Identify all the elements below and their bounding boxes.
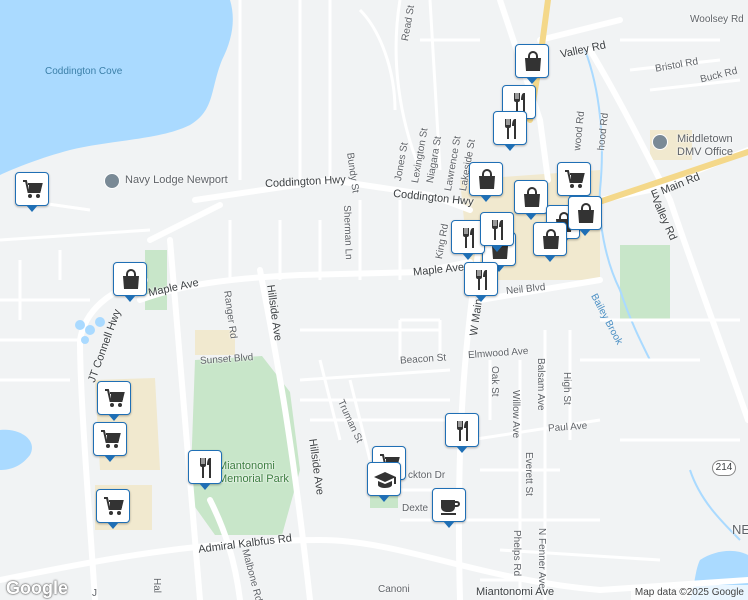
shopping-pin[interactable]: [515, 44, 551, 84]
poi-label-navy-lodge[interactable]: Navy Lodge Newport: [125, 174, 228, 187]
street-label-high-st: High St: [561, 372, 572, 405]
google-logo: Google: [6, 578, 68, 598]
restaurant-pin[interactable]: [445, 413, 481, 453]
map-canvas[interactable]: Coddington Cove Bailey Brook Miantonomi …: [0, 0, 748, 600]
fork-knife-icon: [505, 119, 516, 139]
street-label-dexter-fragment: Dexte: [402, 503, 429, 514]
street-label-sherman-ln: Sherman Ln: [341, 205, 354, 260]
water-label-coddington-cove: Coddington Cove: [45, 66, 123, 77]
grocery-pin[interactable]: [96, 489, 132, 529]
bag-icon: [525, 51, 541, 71]
cart-icon: [23, 180, 43, 198]
shopping-pin[interactable]: [113, 262, 149, 302]
street-label-n-fenner-ave: N Fenner Ave: [536, 528, 547, 589]
fork-knife-icon: [476, 270, 487, 290]
map-attribution[interactable]: Map data ©2025 Google: [630, 585, 748, 600]
coffee-cup-icon: [441, 500, 460, 515]
place-label-ne: NE: [732, 522, 748, 537]
shopping-pin[interactable]: [469, 162, 505, 202]
fork-knife-icon: [457, 421, 468, 441]
fork-knife-icon: [463, 228, 474, 248]
street-label-balsam-ave: Balsam Ave: [535, 358, 546, 411]
street-label-j-fragment: J: [92, 588, 97, 599]
restaurant-pin[interactable]: [464, 262, 500, 302]
route-214-badge: 214: [712, 460, 736, 476]
cafe-pin[interactable]: [432, 488, 468, 528]
street-label-ackton-dr: ckton Dr: [408, 470, 446, 481]
street-label-woolsey-rd: Woolsey Rd: [690, 14, 744, 25]
bag-icon: [543, 229, 559, 249]
street-label-hal-fragment: Hal: [151, 578, 162, 594]
bag-icon: [479, 169, 495, 189]
street-label-everett-st: Everett St: [523, 452, 534, 496]
cart-icon: [105, 389, 125, 407]
lodging-poi-icon[interactable]: [104, 173, 120, 189]
grocery-pin[interactable]: [15, 172, 51, 212]
shopping-pin[interactable]: [533, 222, 569, 262]
grocery-pin[interactable]: [97, 381, 133, 421]
poi-label-dmv[interactable]: Middletown DMV Office: [677, 133, 733, 159]
street-label-willow-ave: Willow Ave: [510, 390, 521, 439]
cart-icon: [104, 497, 124, 515]
bag-icon: [578, 203, 594, 223]
street-label-canonicus-fragment: Canoni: [378, 584, 410, 595]
restaurant-pin[interactable]: [493, 111, 529, 151]
bag-icon: [123, 269, 139, 289]
fork-knife-icon: [492, 220, 503, 240]
restaurant-pin[interactable]: [188, 450, 224, 490]
school-pin[interactable]: [367, 462, 403, 502]
shopping-pin[interactable]: [568, 196, 604, 236]
shopping-pin[interactable]: [514, 180, 550, 220]
government-poi-icon[interactable]: [652, 134, 668, 150]
cart-icon: [565, 170, 585, 188]
grocery-pin[interactable]: [93, 422, 129, 462]
street-label-oak-st: Oak St: [489, 366, 500, 397]
graduation-cap-icon: [374, 472, 396, 488]
cart-icon: [101, 430, 121, 448]
restaurant-pin[interactable]: [480, 212, 516, 252]
street-label-miantonomi-ave: Miantonomi Ave: [476, 586, 555, 598]
bag-icon: [524, 187, 540, 207]
park-label-miantonomi: Miantonomi Memorial Park: [218, 460, 289, 485]
fork-knife-icon: [200, 458, 211, 478]
street-label-phelps-rd: Phelps Rd: [511, 530, 522, 577]
